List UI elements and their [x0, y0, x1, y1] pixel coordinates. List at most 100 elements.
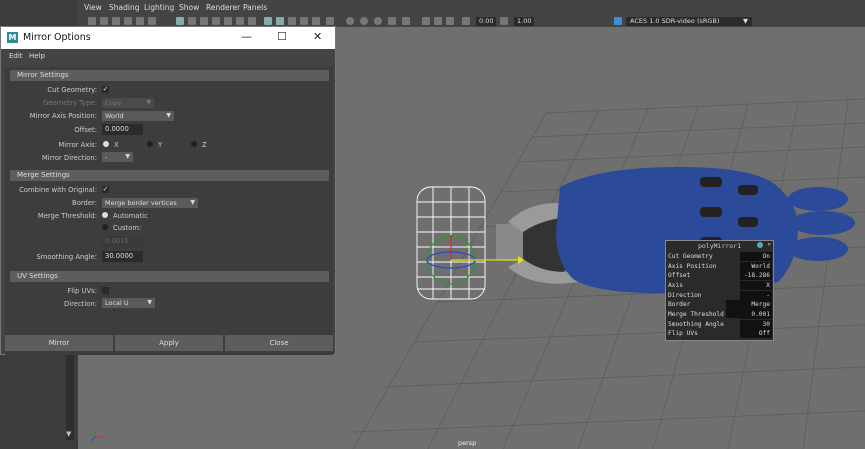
combine-checkbox[interactable]: ✓	[102, 186, 109, 193]
color-space-label: ACES 1.0 SDR-video (sRGB)	[630, 17, 720, 25]
hud-value[interactable]: 0.001	[740, 310, 772, 319]
cut-geometry-checkbox[interactable]: ✓	[102, 86, 109, 93]
hud-settings-icon[interactable]	[757, 242, 763, 248]
border-dropdown[interactable]: Merge border vertices ▼	[102, 198, 198, 208]
mirror-direction-dropdown[interactable]: - ▼	[102, 152, 133, 162]
axis-y-radio[interactable]	[147, 141, 153, 147]
maximize-icon[interactable]: ☐	[277, 30, 287, 43]
custom-threshold-field[interactable]: 0.0010	[102, 236, 143, 247]
grease-pencil-icon[interactable]	[148, 17, 156, 25]
axis-z-radio[interactable]	[191, 141, 197, 147]
mirror-button[interactable]: Mirror	[5, 335, 113, 351]
field-chart-icon[interactable]	[224, 17, 232, 25]
offset-label: Offset:	[74, 126, 97, 134]
hud-row: Merge Threshold 0.001	[668, 310, 772, 319]
axis-position-dropdown[interactable]: World ▼	[102, 111, 174, 121]
scroll-down-icon[interactable]: ▼	[66, 430, 71, 438]
mirror-direction-label: Mirror Direction:	[41, 154, 97, 162]
wireframe-on-shaded-icon[interactable]	[288, 17, 296, 25]
exposure-field[interactable]: 0.00	[476, 17, 497, 26]
axis-y-label: Y	[158, 141, 163, 149]
uv-direction-dropdown[interactable]: Local U ▼	[102, 298, 155, 308]
flip-uvs-label: Flip UVs:	[67, 287, 97, 295]
hud-value[interactable]: Off	[740, 329, 772, 338]
mirror-axis-label: Mirror Axis:	[58, 141, 97, 149]
smooth-shade-icon[interactable]	[276, 17, 284, 25]
axis-x-radio[interactable]	[103, 141, 109, 147]
close-icon[interactable]: ✕	[313, 30, 322, 43]
select-camera-icon[interactable]	[88, 17, 96, 25]
menu-panels[interactable]: Panels	[243, 3, 267, 12]
offset-field[interactable]: 0.0000	[102, 124, 143, 135]
film-gate-icon[interactable]	[188, 17, 196, 25]
hud-value[interactable]: X	[740, 281, 772, 290]
textured-icon[interactable]	[300, 17, 308, 25]
bookmark-icon[interactable]	[112, 17, 120, 25]
ambient-occlusion-icon[interactable]	[346, 17, 354, 25]
flip-uvs-checkbox[interactable]	[102, 287, 109, 294]
menu-lighting[interactable]: Lighting	[144, 3, 174, 12]
hud-value[interactable]: 30	[740, 320, 772, 329]
smoothing-angle-label: Smoothing Angle:	[36, 253, 97, 261]
combine-label: Combine with Original:	[19, 186, 97, 194]
merge-settings-header[interactable]: Merge Settings	[10, 170, 329, 181]
chevron-down-icon: ▼	[125, 153, 130, 160]
gate-mask-icon[interactable]	[212, 17, 220, 25]
menu-edit[interactable]: Edit	[9, 52, 23, 60]
apply-button[interactable]: Apply	[115, 335, 223, 351]
color-space-dropdown[interactable]: ACES 1.0 SDR-video (sRGB) ▼	[626, 17, 752, 26]
menu-shading[interactable]: Shading	[109, 3, 139, 12]
polymirror-hud[interactable]: polyMirror1 ✕ Cut Geometry On Axis Positi…	[665, 240, 774, 341]
menu-renderer[interactable]: Renderer	[206, 3, 240, 12]
xray-components-icon[interactable]	[446, 17, 454, 25]
mirror-settings-header[interactable]: Mirror Settings	[10, 70, 329, 81]
custom-radio[interactable]	[102, 224, 108, 230]
automatic-radio[interactable]	[102, 212, 108, 218]
hud-value[interactable]: -	[740, 291, 772, 300]
resolution-gate-icon[interactable]	[200, 17, 208, 25]
2d-pan-icon[interactable]	[136, 17, 144, 25]
chevron-down-icon: ▼	[166, 112, 171, 119]
smoothing-angle-field[interactable]: 30.0000	[102, 251, 143, 262]
hud-value[interactable]: World	[740, 262, 772, 271]
axis-x-label: X	[114, 141, 119, 149]
xray-icon[interactable]	[422, 17, 430, 25]
hud-row: Offset -18.286	[668, 271, 772, 280]
xray-joints-icon[interactable]	[434, 17, 442, 25]
isolate-select-icon[interactable]	[402, 17, 410, 25]
camera-label: persp	[458, 439, 477, 447]
exposure-icon[interactable]	[462, 17, 470, 25]
uv-settings-header[interactable]: UV Settings	[10, 271, 329, 282]
motion-blur-icon[interactable]	[360, 17, 368, 25]
menu-show[interactable]: Show	[179, 3, 199, 12]
shadows-icon[interactable]	[326, 17, 334, 25]
menu-help[interactable]: Help	[29, 52, 45, 60]
image-plane-icon[interactable]	[124, 17, 132, 25]
minimize-icon[interactable]: —	[241, 30, 252, 43]
hud-row: BorderMerge border	[668, 300, 772, 318]
anti-aliasing-icon[interactable]	[374, 17, 382, 25]
custom-label: Custom:	[113, 224, 142, 232]
geometry-type-dropdown[interactable]: Copy ▼	[102, 98, 154, 108]
hud-value[interactable]: -18.286	[740, 271, 772, 280]
color-management-icon[interactable]	[614, 17, 622, 25]
safe-action-icon[interactable]	[236, 17, 244, 25]
menu-view[interactable]: View	[84, 3, 102, 12]
axis-position-label: Mirror Axis Position:	[29, 112, 97, 120]
depth-of-field-icon[interactable]	[388, 17, 396, 25]
grid-icon[interactable]	[176, 17, 184, 25]
close-button[interactable]: Close	[225, 335, 333, 351]
wireframe-icon[interactable]	[264, 17, 272, 25]
gamma-field[interactable]: 1.00	[514, 17, 535, 26]
automatic-label: Automatic	[113, 212, 148, 220]
camera-attributes-icon[interactable]	[100, 17, 108, 25]
axis-z-label: Z	[202, 141, 207, 149]
dialog-titlebar[interactable]: M Mirror Options — ☐ ✕	[1, 27, 335, 49]
hud-close-icon[interactable]: ✕	[767, 241, 771, 248]
lights-icon[interactable]	[312, 17, 320, 25]
hud-value[interactable]: On	[740, 252, 772, 261]
hud-row: Direction -	[668, 291, 772, 300]
gamma-icon[interactable]	[500, 17, 508, 25]
safe-title-icon[interactable]	[248, 17, 256, 25]
geometry-type-value: Copy	[105, 99, 122, 107]
